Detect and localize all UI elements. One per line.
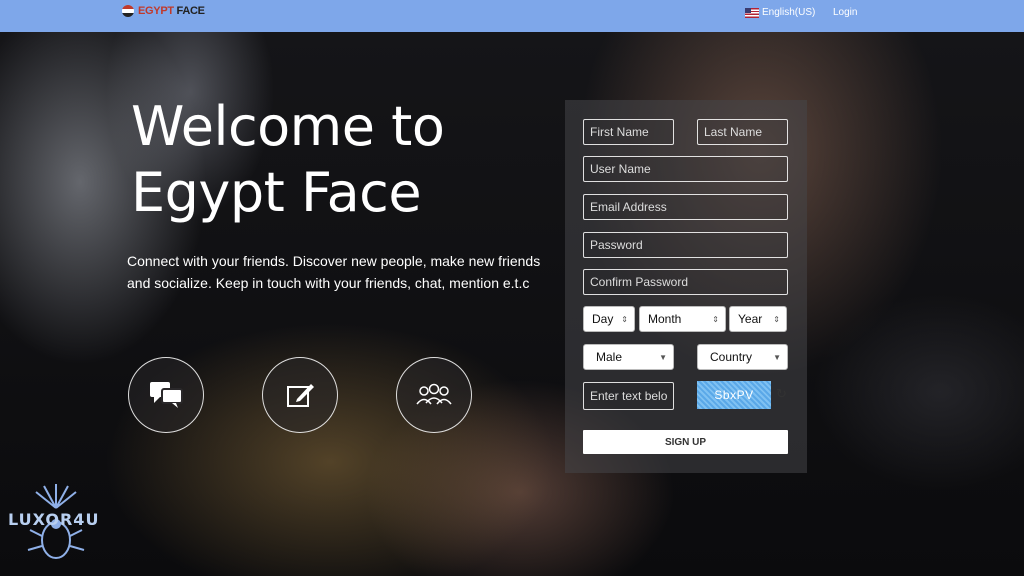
chevron-down-icon: ▼: [773, 352, 781, 362]
updown-icon: ⇕: [712, 314, 719, 324]
edit-icon: [287, 384, 314, 407]
password-field[interactable]: [583, 232, 788, 258]
egypt-flag-icon: [122, 5, 134, 17]
people-icon: [416, 383, 452, 405]
first-name-field[interactable]: [583, 119, 674, 145]
updown-icon: ⇕: [621, 314, 628, 324]
page-title: Welcome to Egypt Face: [131, 95, 445, 224]
username-field[interactable]: [583, 156, 788, 182]
login-link[interactable]: Login: [833, 7, 857, 18]
day-select[interactable]: Day ⇕: [583, 306, 635, 332]
captcha-input[interactable]: [583, 382, 674, 410]
logo-text: EGYPT FACE: [138, 5, 205, 17]
us-flag-icon: [745, 7, 759, 18]
year-select[interactable]: Year ⇕: [729, 306, 787, 332]
language-selector[interactable]: English(US): [745, 7, 815, 18]
top-navbar: EGYPT FACE English(US) Login: [0, 0, 1024, 32]
tagline: Connect with your friends. Discover new …: [127, 253, 541, 291]
friends-feature-button[interactable]: [396, 357, 472, 433]
last-name-field[interactable]: [697, 119, 788, 145]
updown-icon: ⇕: [773, 314, 780, 324]
email-field[interactable]: [583, 194, 788, 220]
chat-feature-button[interactable]: [128, 357, 204, 433]
captcha-image: SbxPV: [697, 381, 771, 409]
language-label: English(US): [762, 7, 816, 18]
gender-select[interactable]: Male ▼: [583, 344, 674, 370]
country-select[interactable]: Country ▼: [697, 344, 788, 370]
month-select[interactable]: Month ⇕: [639, 306, 726, 332]
signup-button[interactable]: SIGN UP: [583, 430, 788, 454]
refresh-captcha-icon[interactable]: ↻: [776, 386, 787, 402]
post-feature-button[interactable]: [262, 357, 338, 433]
watermark-text: LUXOR4U: [8, 510, 100, 529]
chevron-down-icon: ▼: [659, 352, 667, 362]
confirm-password-field[interactable]: [583, 269, 788, 295]
site-logo[interactable]: EGYPT FACE: [122, 5, 205, 17]
chat-icon: [150, 382, 183, 408]
